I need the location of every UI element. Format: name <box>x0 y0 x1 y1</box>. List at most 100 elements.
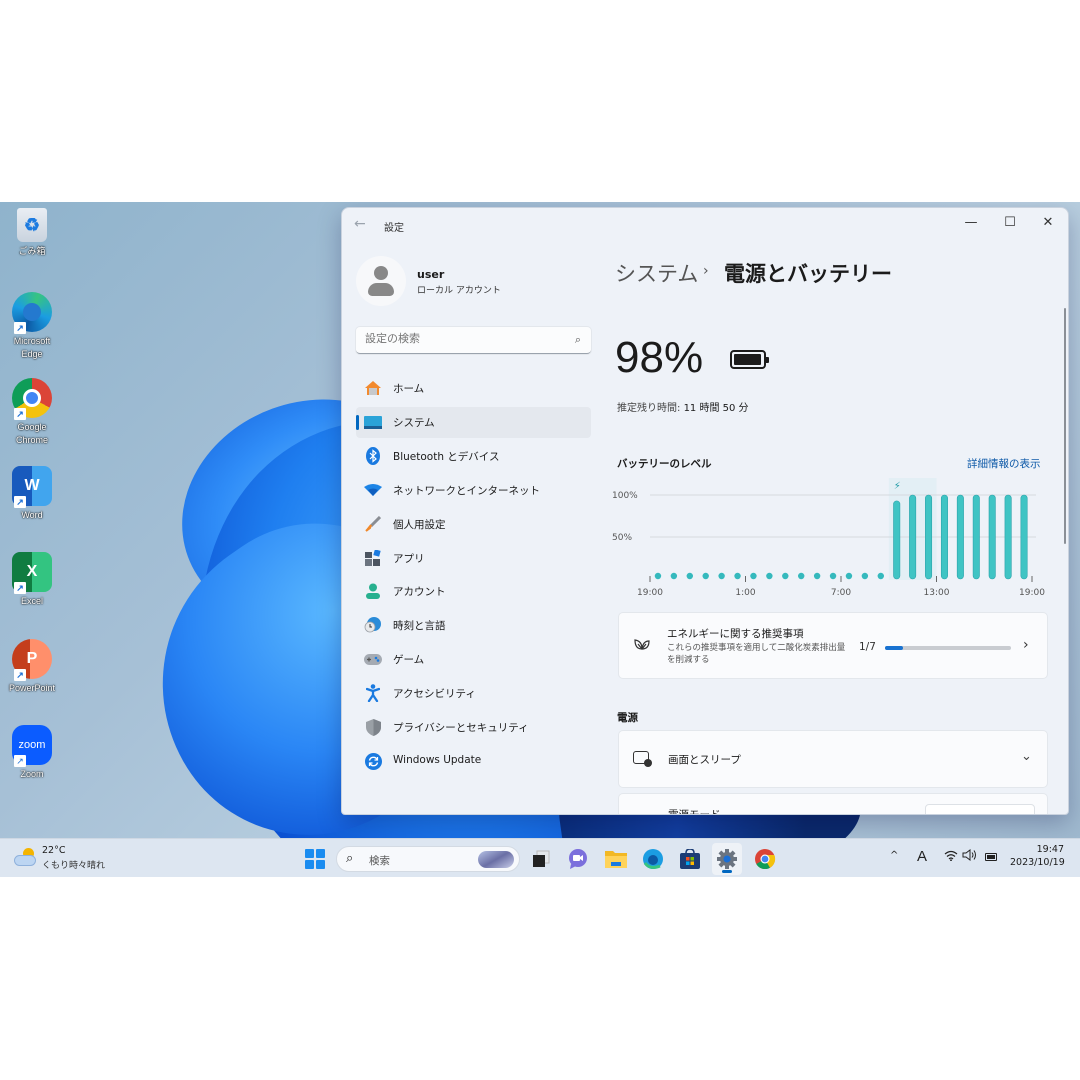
taskbar-teams-chat[interactable] <box>566 847 590 871</box>
desktop-icon-recycle-bin[interactable]: ♻ ごみ箱 <box>6 208 58 258</box>
battery-icon <box>730 350 769 369</box>
battery-bar <box>940 494 948 580</box>
brush-icon <box>364 515 382 533</box>
chevron-up-icon[interactable]: ^ <box>890 850 898 861</box>
powerpoint-icon: P ↗ <box>12 639 52 681</box>
wifi-icon[interactable] <box>944 850 958 864</box>
desktop-icon-word[interactable]: W ↗ Word <box>6 466 58 522</box>
x-tick-label: 7:00 <box>831 588 851 598</box>
desktop: ♻ ごみ箱 ↗ Microsoft Edge ↗ Google Chrome W… <box>0 202 1080 838</box>
search-icon[interactable]: ⌕ <box>575 333 581 347</box>
taskbar-chrome[interactable] <box>753 847 777 871</box>
nav-item-network[interactable]: ネットワークとインターネット <box>356 475 591 506</box>
minimize-button[interactable]: — <box>953 212 989 234</box>
no-data-dot <box>845 572 853 580</box>
nav-item-gaming[interactable]: ゲーム <box>356 644 591 675</box>
power-mode-row[interactable]: 電源モード <box>618 793 1048 815</box>
close-button[interactable]: ✕ <box>1030 212 1066 234</box>
excel-icon: X ↗ <box>12 552 52 594</box>
start-button[interactable] <box>305 849 325 869</box>
ime-indicator[interactable]: A <box>917 848 927 865</box>
desktop-icon-label: Excel <box>20 596 43 606</box>
nav-label: 時刻と言語 <box>393 620 446 632</box>
taskbar-task-view[interactable] <box>529 847 553 871</box>
clock[interactable]: 19:47 2023/10/19 <box>1010 844 1065 868</box>
power-mode-label: 電源モード <box>668 809 721 815</box>
desktop-icon-edge[interactable]: ↗ Microsoft Edge <box>6 292 58 361</box>
energy-progress-bar <box>885 646 1011 650</box>
account-icon <box>364 582 382 600</box>
remaining-time-value: 11 時間 50 分 <box>683 403 749 414</box>
nav-item-time-language[interactable]: 時刻と言語 <box>356 610 591 641</box>
taskbar-settings[interactable] <box>712 843 742 875</box>
no-data-dot <box>813 572 821 580</box>
battery-bar <box>988 494 996 580</box>
nav-label: ホーム <box>393 383 425 395</box>
shortcut-arrow-icon: ↗ <box>14 496 26 508</box>
system-icon <box>364 413 382 431</box>
teams-chat-icon <box>569 849 587 869</box>
nav-label: プライバシーとセキュリティ <box>393 722 529 734</box>
active-indicator <box>356 415 359 430</box>
gear-icon <box>717 849 737 869</box>
maximize-button[interactable]: ☐ <box>992 212 1028 234</box>
no-data-dot <box>782 572 789 580</box>
volume-icon[interactable] <box>962 849 978 864</box>
time-language-icon <box>364 616 382 634</box>
settings-window: ← 設定 — ☐ ✕ user ローカル アカウント ⌕ ホーム <box>341 207 1069 815</box>
nav-item-system[interactable]: システム <box>356 407 591 438</box>
power-mode-icon <box>635 814 647 815</box>
weather-temperature: 22°C <box>42 845 66 856</box>
search-highlight-image <box>478 851 514 868</box>
see-details-link[interactable]: 詳細情報の表示 <box>967 456 1041 471</box>
nav-item-home[interactable]: ホーム <box>356 373 591 404</box>
no-data-dot <box>702 572 709 580</box>
nav-item-privacy-security[interactable]: プライバシーとセキュリティ <box>356 712 591 743</box>
store-icon <box>680 849 700 869</box>
screen-and-sleep-label: 画面とスリープ <box>668 754 741 766</box>
nav-item-accounts[interactable]: アカウント <box>356 576 591 607</box>
no-data-dot <box>718 572 725 580</box>
battery-bar <box>1020 494 1028 580</box>
user-name: user <box>417 268 445 281</box>
battery-icon[interactable] <box>985 853 997 861</box>
nav-item-windows-update[interactable]: Windows Update <box>356 746 591 777</box>
taskbar-search[interactable]: ⌕ 検索 <box>336 846 520 872</box>
desktop-icon-excel[interactable]: X ↗ Excel <box>6 552 58 608</box>
desktop-icon-label: Word <box>21 510 43 520</box>
home-icon <box>364 379 382 397</box>
nav-item-personalization[interactable]: 個人用設定 <box>356 509 591 540</box>
desktop-icon-chrome[interactable]: ↗ Google Chrome <box>6 378 58 447</box>
desktop-icon-zoom[interactable]: zoom ↗ Zoom <box>6 725 58 781</box>
energy-progress-fill <box>885 646 903 650</box>
settings-search-input[interactable] <box>365 332 555 345</box>
nav-item-accessibility[interactable]: アクセシビリティ <box>356 678 591 709</box>
taskbar-edge[interactable] <box>641 847 665 871</box>
taskbar-microsoft-store[interactable] <box>678 847 702 871</box>
nav-item-apps[interactable]: アプリ <box>356 543 591 574</box>
x-tick-label: 19:00 <box>637 588 663 598</box>
shortcut-arrow-icon: ↗ <box>14 408 26 420</box>
battery-level-chart[interactable]: ⚡ 100% 50% 19:00 1:00 7:00 13:00 19:00 <box>612 470 1052 600</box>
content-scrollbar[interactable] <box>1064 308 1066 544</box>
power-mode-dropdown[interactable] <box>925 804 1035 814</box>
back-button[interactable]: ← <box>354 216 366 232</box>
clock-time: 19:47 <box>1036 844 1064 855</box>
nav-item-bluetooth[interactable]: Bluetooth とデバイス <box>356 441 591 472</box>
desktop-icon-powerpoint[interactable]: P ↗ PowerPoint <box>6 639 58 695</box>
battery-bar <box>972 494 980 580</box>
settings-search-box[interactable]: ⌕ <box>356 327 591 354</box>
screen-and-sleep-row[interactable]: 画面とスリープ ⌄ <box>618 730 1048 788</box>
search-icon: ⌕ <box>346 851 354 866</box>
partly-cloudy-icon <box>14 848 38 868</box>
battery-bar <box>925 494 933 580</box>
breadcrumb-parent[interactable]: システム <box>615 258 698 288</box>
energy-recommendations-card[interactable]: エネルギーに関する推奨事項 これらの推奨事項を適用して二酸化炭素排出量を削減する… <box>618 612 1048 679</box>
title-bar[interactable]: ← 設定 — ☐ ✕ <box>342 208 1068 240</box>
taskbar-file-explorer[interactable] <box>604 847 628 871</box>
nav-label: アクセシビリティ <box>393 688 476 700</box>
desktop-icon-label: Microsoft Edge <box>13 336 51 359</box>
chevron-down-icon[interactable]: ⌄ <box>1021 749 1032 764</box>
battery-percentage: 98% <box>615 333 704 382</box>
shortcut-arrow-icon: ↗ <box>14 669 26 681</box>
